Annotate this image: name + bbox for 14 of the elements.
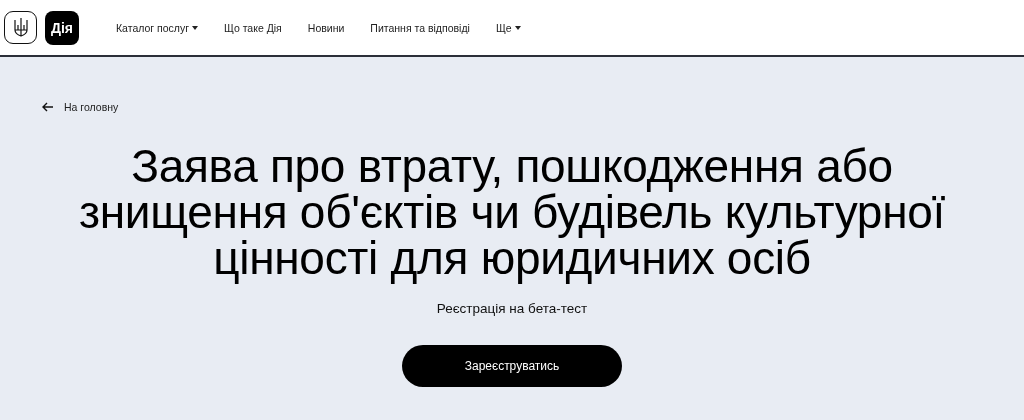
logo[interactable]: Дія [45, 10, 79, 45]
nav-link[interactable]: Каталог послуг [116, 21, 199, 34]
back-link[interactable]: На головну [42, 101, 119, 113]
subtitle: Реєстрація на бета-тест [436, 301, 588, 316]
trident-emblem-icon[interactable] [4, 11, 37, 44]
nav-link[interactable]: Новини [307, 21, 345, 34]
back-link-label[interactable]: На головну [64, 101, 119, 113]
caret-icon [192, 25, 199, 30]
nav-link[interactable]: Ще [495, 21, 521, 34]
nav-link[interactable]: Що таке Дія [224, 21, 282, 34]
nav-link[interactable]: Питання та відповіді [370, 21, 470, 34]
back-arrow-icon [42, 102, 54, 112]
caret-icon [514, 25, 521, 30]
register-button[interactable]: Зареєструватись [402, 345, 622, 387]
